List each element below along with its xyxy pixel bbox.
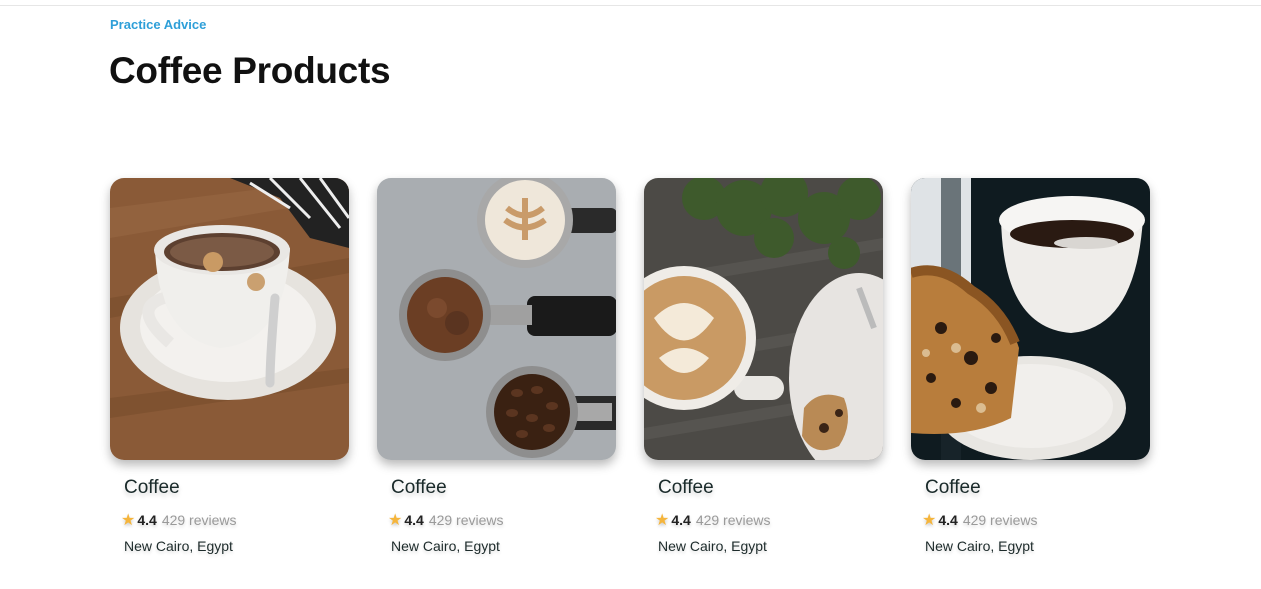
review-count[interactable]: 429 reviews [963,512,1038,528]
product-location: New Cairo, Egypt [124,538,233,554]
section-eyebrow[interactable]: Practice Advice [110,17,206,32]
product-location: New Cairo, Egypt [658,538,767,554]
product-image[interactable] [110,178,349,460]
top-divider [0,5,1261,6]
product-card[interactable]: Coffee ★ 4.4 429 reviews New Cairo, Egyp… [377,178,616,554]
product-image[interactable] [644,178,883,460]
rating-row: ★ 4.4 429 reviews [121,510,349,530]
product-image[interactable] [911,178,1150,460]
star-icon: ★ [121,512,136,529]
product-card[interactable]: Coffee ★ 4.4 429 reviews New Cairo, Egyp… [644,178,883,554]
product-card[interactable]: Coffee ★ 4.4 429 reviews New Cairo, Egyp… [110,178,349,554]
latte-art-image [644,178,883,460]
page-title: Coffee Products [109,50,391,91]
product-name[interactable]: Coffee [658,477,883,499]
product-location: New Cairo, Egypt [391,538,500,554]
review-count[interactable]: 429 reviews [162,512,237,528]
product-image[interactable] [377,178,616,460]
star-icon: ★ [655,512,670,529]
rating-row: ★ 4.4 429 reviews [388,510,616,530]
rating-row: ★ 4.4 429 reviews [922,510,1150,530]
product-card[interactable]: Coffee ★ 4.4 429 reviews New Cairo, Egyp… [911,178,1150,554]
rating-row: ★ 4.4 429 reviews [655,510,883,530]
review-count[interactable]: 429 reviews [429,512,504,528]
rating-value: 4.4 [671,512,691,528]
product-name[interactable]: Coffee [925,477,1150,499]
product-location: New Cairo, Egypt [925,538,1034,554]
product-name[interactable]: Coffee [124,477,349,499]
star-icon: ★ [922,512,937,529]
portafilters-image [377,178,616,460]
star-icon: ★ [388,512,403,529]
product-name[interactable]: Coffee [391,477,616,499]
cappuccino-image [110,178,349,460]
rating-value: 4.4 [938,512,958,528]
rating-value: 4.4 [137,512,157,528]
rating-value: 4.4 [404,512,424,528]
coffee-cake-image [911,178,1150,460]
review-count[interactable]: 429 reviews [696,512,771,528]
product-list: Coffee ★ 4.4 429 reviews New Cairo, Egyp… [110,178,1150,554]
